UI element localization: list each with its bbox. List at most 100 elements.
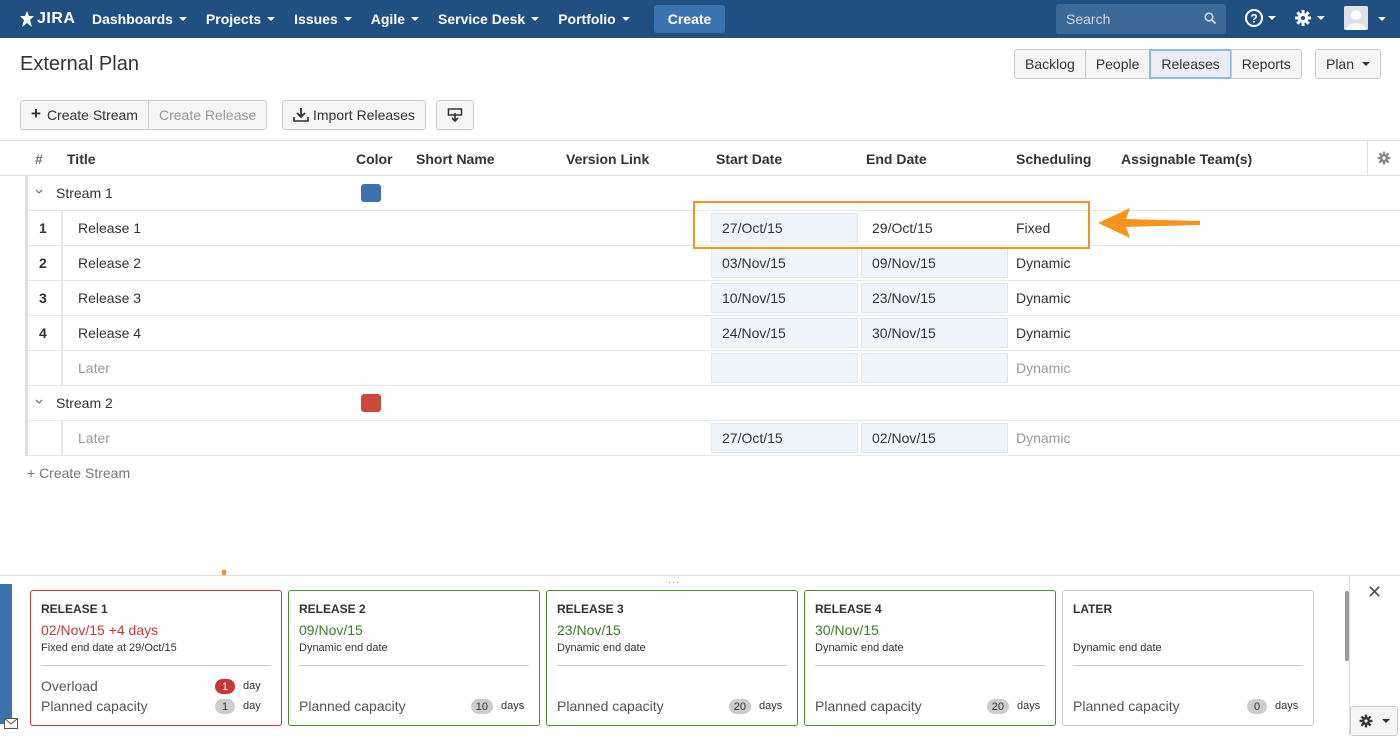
later-row[interactable]: Later Dynamic [25, 351, 1400, 386]
release-card[interactable]: RELEASE 3 23/Nov/15 Dynamic end date Pla… [546, 590, 798, 726]
end-date-field[interactable]: 23/Nov/15 [861, 283, 1008, 313]
import-icon [293, 108, 309, 122]
nav-issues[interactable]: Issues [294, 11, 352, 27]
start-date-field[interactable]: 10/Nov/15 [711, 283, 858, 313]
nav-portfolio[interactable]: Portfolio [558, 11, 630, 27]
capacity-label: Planned capacity [815, 698, 922, 714]
col-end-date[interactable]: End Date [866, 151, 927, 167]
start-date-field[interactable]: 03/Nov/15 [711, 248, 858, 278]
view-switcher: Backlog People Releases Reports [1014, 49, 1302, 79]
card-title: RELEASE 4 [815, 602, 882, 616]
card-subtitle: Dynamic end date [299, 642, 388, 654]
create-stream-button[interactable]: + Create Stream [20, 100, 149, 130]
resize-grip[interactable]: ... [668, 574, 680, 586]
capacity-label: Planned capacity [299, 698, 406, 714]
col-short-name[interactable]: Short Name [416, 151, 495, 167]
release-card[interactable]: RELEASE 2 09/Nov/15 Dynamic end date Pla… [288, 590, 540, 726]
col-version-link[interactable]: Version Link [566, 151, 649, 167]
stream-bar [25, 386, 28, 421]
card-date: 09/Nov/15 [299, 622, 363, 638]
create-stream-link[interactable]: + Create Stream [27, 465, 130, 481]
stream-color-swatch[interactable] [361, 394, 381, 412]
later-title: Later [78, 360, 110, 376]
import-releases-button[interactable]: Import Releases [282, 100, 426, 130]
jira-logo-icon [20, 11, 34, 27]
scheduling-value[interactable]: Dynamic [1016, 255, 1070, 271]
release-title[interactable]: Release 1 [78, 220, 141, 236]
col-scheduling[interactable]: Scheduling [1016, 151, 1091, 167]
release-row[interactable]: 3 Release 3 10/Nov/15 23/Nov/15 Dynamic [25, 281, 1400, 316]
release-card[interactable]: LATER Dynamic end date Planned capacity … [1062, 590, 1314, 726]
stream-row[interactable]: Stream 2 [25, 386, 1400, 421]
highlight-box [693, 201, 1090, 249]
column-settings-button[interactable] [1367, 141, 1400, 175]
capacity-badge: 20 [728, 699, 751, 714]
start-date-field[interactable] [711, 353, 858, 383]
table-header: # Title Color Short Name Version Link St… [0, 140, 1400, 176]
col-hash: # [35, 151, 43, 167]
end-date-field[interactable]: 02/Nov/15 [861, 423, 1008, 453]
release-row[interactable]: 2 Release 2 03/Nov/15 09/Nov/15 Dynamic [25, 246, 1400, 281]
scheduling-value[interactable]: Dynamic [1016, 325, 1070, 341]
col-title[interactable]: Title [67, 151, 96, 167]
nav-projects[interactable]: Projects [206, 11, 276, 27]
chevron-down-icon [343, 17, 352, 21]
start-date-field[interactable]: 24/Nov/15 [711, 318, 858, 348]
chevron-down-icon[interactable] [35, 399, 43, 405]
card-date: 30/Nov/15 [815, 622, 879, 638]
scheduling-value[interactable]: Dynamic [1016, 290, 1070, 306]
help-menu[interactable]: ? [1245, 8, 1276, 28]
search-input[interactable]: Search [1056, 4, 1226, 34]
jira-logo[interactable]: JIRA [20, 10, 92, 28]
release-card[interactable]: RELEASE 1 02/Nov/15 +4 days Fixed end da… [30, 590, 282, 726]
col-assignable-teams[interactable]: Assignable Team(s) [1121, 151, 1252, 167]
stream-color-swatch[interactable] [361, 184, 381, 202]
release-number: 1 [39, 220, 47, 236]
capacity-row: Planned capacity 1 day [41, 698, 271, 716]
create-release-button[interactable]: Create Release [147, 100, 268, 130]
tab-people[interactable]: People [1084, 49, 1151, 79]
close-panel-button[interactable]: ✕ [1367, 582, 1382, 603]
plan-dropdown[interactable]: Plan [1315, 49, 1381, 79]
release-title[interactable]: Release 2 [78, 255, 141, 271]
release-row[interactable]: 4 Release 4 24/Nov/15 30/Nov/15 Dynamic [25, 316, 1400, 351]
chevron-down-icon[interactable] [35, 189, 43, 195]
panel-settings-button[interactable] [1350, 706, 1398, 736]
page-title: External Plan [20, 53, 139, 75]
release-title[interactable]: Release 4 [78, 325, 141, 341]
release-indent [61, 211, 63, 246]
stream-bar [25, 246, 28, 281]
capacity-badge: 1 [215, 699, 235, 714]
nav-dashboards[interactable]: Dashboards [92, 11, 187, 27]
start-date-field[interactable]: 27/Oct/15 [711, 423, 858, 453]
end-date-field[interactable]: 30/Nov/15 [861, 318, 1008, 348]
stream-bar [25, 281, 28, 316]
nav-dashboards-label: Dashboards [92, 11, 173, 27]
capacity-label: Planned capacity [557, 698, 664, 714]
col-color[interactable]: Color [356, 151, 393, 167]
release-card[interactable]: RELEASE 4 30/Nov/15 Dynamic end date Pla… [804, 590, 1056, 726]
admin-menu[interactable] [1294, 8, 1325, 28]
release-title[interactable]: Release 3 [78, 290, 141, 306]
tab-reports[interactable]: Reports [1230, 49, 1302, 79]
capacity-label: Planned capacity [1073, 698, 1180, 714]
later-title: Later [78, 430, 110, 446]
end-date-field[interactable] [861, 353, 1008, 383]
card-divider [815, 665, 1045, 666]
mail-icon[interactable] [4, 718, 18, 729]
capacity-label: Planned capacity [41, 698, 148, 714]
user-avatar[interactable] [1344, 6, 1368, 30]
tab-backlog[interactable]: Backlog [1014, 49, 1086, 79]
create-button[interactable]: Create [653, 5, 726, 33]
tab-releases[interactable]: Releases [1149, 49, 1232, 79]
end-date-field[interactable]: 09/Nov/15 [861, 248, 1008, 278]
card-subtitle: Dynamic end date [815, 642, 904, 654]
export-button[interactable] [436, 100, 474, 130]
nav-agile[interactable]: Agile [371, 11, 419, 27]
nav-service-desk[interactable]: Service Desk [438, 11, 540, 27]
import-toolbar: Import Releases [282, 100, 426, 130]
help-icon: ? [1245, 9, 1263, 27]
later-row[interactable]: Later 27/Oct/15 02/Nov/15 Dynamic [25, 421, 1400, 456]
col-start-date[interactable]: Start Date [716, 151, 782, 167]
capacity-badge: 0 [1247, 699, 1267, 714]
